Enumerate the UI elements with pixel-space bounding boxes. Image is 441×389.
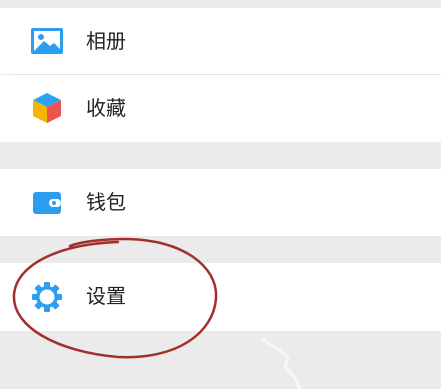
menu-item-favorites[interactable]: 收藏 [0,75,441,142]
album-icon [30,24,64,58]
wallet-icon [30,186,64,220]
menu-item-label: 钱包 [86,190,126,214]
gear-icon [30,280,64,314]
menu-item-settings[interactable]: 设置 [0,263,441,331]
menu-item-label: 设置 [86,284,126,308]
section-gap [0,0,441,8]
section-gap [0,142,441,169]
menu-item-album[interactable]: 相册 [0,8,441,74]
menu-item-wallet[interactable]: 钱包 [0,169,441,236]
menu-item-label: 收藏 [86,96,126,120]
section-gap [0,236,441,263]
cube-favorites-icon [30,91,64,125]
me-tab-menu-screen: 相册 收藏 钱包 设置 [0,0,441,389]
menu-item-label: 相册 [86,29,126,53]
